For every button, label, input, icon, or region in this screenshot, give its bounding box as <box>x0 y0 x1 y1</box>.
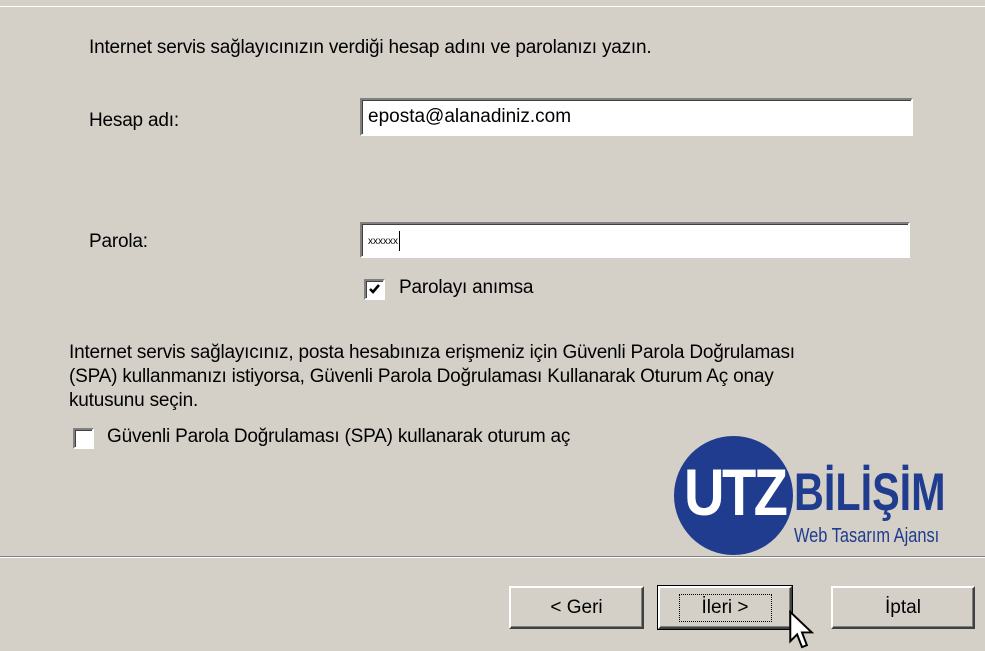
password-input[interactable]: xxxxxx <box>360 222 910 258</box>
next-button[interactable]: İleri > <box>657 585 793 630</box>
cancel-button-label: İptal <box>885 596 921 618</box>
spa-checkbox-label: Güvenli Parola Doğrulaması (SPA) kullana… <box>107 426 571 447</box>
text-caret <box>399 231 400 251</box>
spa-info-line-1: Internet servis sağlayıcınız, posta hesa… <box>69 342 795 363</box>
spa-info-line-3: kutusunu seçin. <box>69 390 199 411</box>
logo-tagline: Web Tasarım Ajansı <box>794 525 940 547</box>
cancel-button[interactable]: İptal <box>831 586 975 629</box>
back-button[interactable]: < Geri <box>509 586 644 629</box>
back-button-label: < Geri <box>550 596 603 618</box>
spa-checkbox[interactable] <box>73 428 94 449</box>
checkmark-icon <box>369 284 380 294</box>
utz-logo: UTZ BİLİŞİM Web Tasarım Ajansı <box>674 436 980 556</box>
logo-utz-text: UTZ <box>684 455 788 529</box>
password-value: xxxxxx <box>368 235 398 247</box>
remember-password-label: Parolayı anımsa <box>399 277 534 298</box>
spa-info-line-2: (SPA) kullanmanızı istiyorsa, Güvenli Pa… <box>69 366 774 387</box>
account-name-label: Hesap adı: <box>89 110 179 131</box>
mouse-pointer-icon <box>789 610 815 649</box>
instruction-text: Internet servis sağlayıcınızın verdiği h… <box>89 37 652 58</box>
password-label: Parola: <box>89 231 148 252</box>
button-area-divider-highlight <box>0 557 985 558</box>
logo-bilisim-text: BİLİŞİM <box>794 463 946 522</box>
next-button-label: İleri > <box>678 593 772 622</box>
account-name-input[interactable] <box>360 98 913 136</box>
remember-password-checkbox[interactable] <box>364 279 385 300</box>
top-divider <box>0 6 985 7</box>
